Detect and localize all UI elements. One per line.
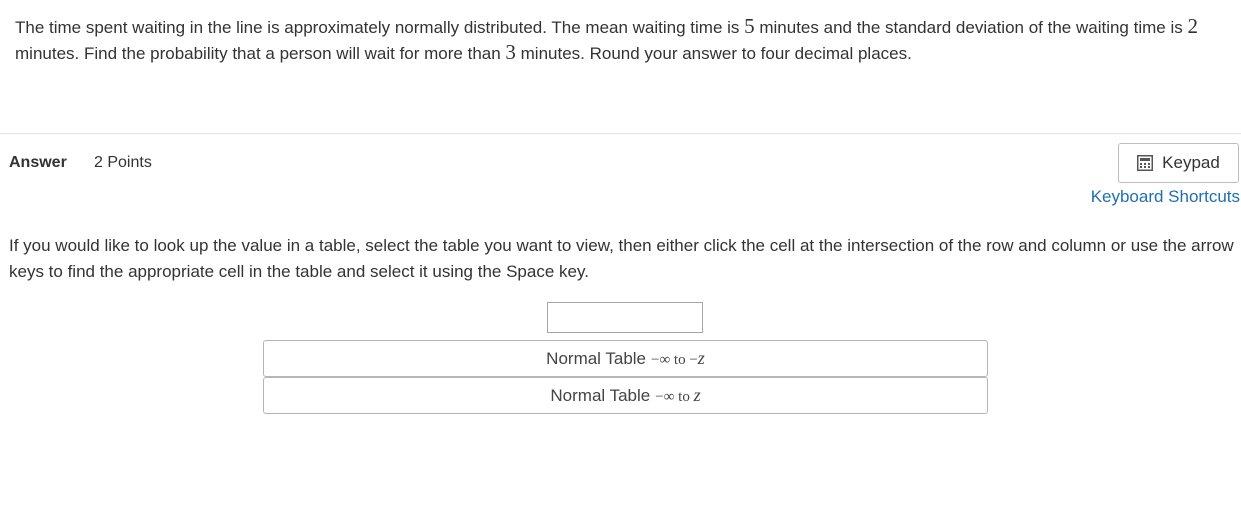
answer-input[interactable] — [547, 302, 703, 333]
table-range-prefix: −∞ to — [655, 389, 694, 405]
table-range-var: z — [697, 348, 705, 368]
section-divider — [0, 133, 1241, 134]
keyboard-shortcuts-link[interactable]: Keyboard Shortcuts — [1091, 187, 1240, 207]
table-range-prefix: −∞ to − — [651, 352, 698, 368]
question-page: The time spent waiting in the line is ap… — [0, 0, 1241, 512]
keypad-button[interactable]: Keypad — [1118, 143, 1239, 183]
question-part-2: minutes and the standard deviation of th… — [754, 18, 1188, 37]
table-label: Normal Table — [550, 385, 651, 405]
answer-label: Answer — [9, 154, 67, 171]
threshold-value: 3 — [505, 40, 516, 64]
calculator-icon — [1137, 155, 1154, 171]
points-label: 2 Points — [94, 154, 152, 171]
normal-table-neg-z-button[interactable]: Normal Table −∞ to −z — [263, 340, 988, 377]
question-part-4: minutes. Round your answer to four decim… — [515, 44, 912, 63]
mean-value: 5 — [744, 14, 755, 38]
question-part-3: minutes. Find the probability that a per… — [15, 44, 506, 63]
table-range: −∞ to −z — [651, 348, 705, 369]
normal-table-z-button[interactable]: Normal Table −∞ to z — [263, 377, 988, 414]
table-label: Normal Table — [546, 348, 647, 368]
question-part-1: The time spent waiting in the line is ap… — [15, 18, 745, 37]
question-text: The time spent waiting in the line is ap… — [15, 14, 1215, 66]
sd-value: 2 — [1187, 14, 1198, 38]
instructions-text: If you would like to look up the value i… — [9, 236, 1234, 281]
keypad-label: Keypad — [1162, 153, 1220, 172]
table-range: −∞ to z — [655, 385, 700, 406]
table-range-var: z — [693, 385, 701, 405]
